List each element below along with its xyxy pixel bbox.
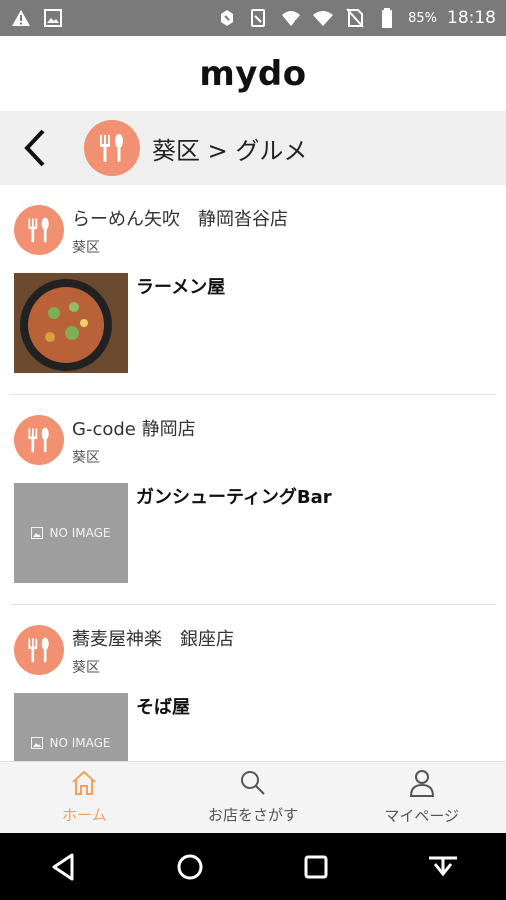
image-icon (31, 527, 44, 539)
brand-logo: mydo (199, 53, 307, 94)
chevron-left-icon (24, 129, 45, 167)
shop-area: 葵区 (72, 660, 100, 676)
list-item[interactable]: らーめん矢吹 静岡沓谷店 葵区 ラーメン屋 (10, 185, 496, 395)
shop-genre: ガンシューティングBar (136, 487, 332, 508)
list-item[interactable]: 蕎麦屋神楽 銀座店 葵区 NO IMAGE そば屋 (10, 605, 496, 761)
signal-no-sim-icon (248, 7, 270, 29)
restaurant-icon (84, 120, 140, 176)
shop-list[interactable]: らーめん矢吹 静岡沓谷店 葵区 ラーメン屋 G-code 静岡店 葵区 NO I… (0, 185, 506, 761)
shop-name[interactable]: 蕎麦屋神楽 銀座店 (72, 625, 234, 651)
system-nav-bar (0, 833, 506, 900)
home-icon (72, 770, 97, 795)
shop-name[interactable]: G-code 静岡店 (72, 415, 196, 441)
shop-genre: そば屋 (136, 697, 190, 718)
search-icon (241, 771, 265, 795)
person-icon (409, 770, 434, 797)
clock: 18:18 (447, 8, 496, 28)
shop-photo (14, 273, 128, 373)
app-header: mydo (0, 36, 506, 111)
back-button[interactable] (0, 111, 70, 185)
battery-percent: 85% (408, 10, 437, 26)
back-triangle-button[interactable] (38, 842, 88, 892)
shop-name[interactable]: らーめん矢吹 静岡沓谷店 (72, 205, 288, 231)
image-icon (31, 737, 44, 749)
no-image-label: NO IMAGE (49, 526, 111, 540)
wifi-calling-icon (280, 7, 302, 29)
pull-down-icon (428, 856, 457, 876)
restaurant-icon (14, 415, 64, 465)
no-image-label: NO IMAGE (49, 736, 111, 750)
restaurant-icon (14, 205, 64, 255)
data-saver-icon (216, 7, 238, 29)
restaurant-icon (14, 625, 64, 675)
home-circle-icon (177, 854, 203, 879)
notification-pull-button[interactable] (418, 842, 468, 892)
breadcrumb: 葵区 > グルメ (152, 136, 308, 165)
recents-button[interactable] (291, 842, 341, 892)
nav-mypage-label: マイページ (384, 807, 460, 825)
list-item[interactable]: G-code 静岡店 葵区 NO IMAGE ガンシューティングBar (10, 395, 496, 605)
nav-search[interactable]: お店をさがす (169, 762, 338, 833)
no-image-placeholder: NO IMAGE (14, 483, 128, 583)
wifi-icon (312, 7, 334, 29)
shop-area: 葵区 (72, 240, 100, 256)
no-image-placeholder: NO IMAGE (14, 693, 128, 761)
breadcrumb-bar: 葵区 > グルメ (0, 111, 506, 185)
nav-mypage[interactable]: マイページ (337, 762, 506, 833)
image-icon (42, 7, 64, 29)
home-circle-button[interactable] (165, 842, 215, 892)
bottom-nav: ホーム お店をさがす マイページ (0, 761, 506, 833)
shop-genre: ラーメン屋 (136, 277, 226, 298)
shop-area: 葵区 (72, 450, 100, 466)
no-sim-icon (344, 7, 366, 29)
nav-home[interactable]: ホーム (0, 762, 169, 833)
warning-icon (10, 7, 32, 29)
recents-icon (304, 855, 328, 878)
back-icon (52, 853, 74, 880)
status-bar: 85% 18:18 (0, 0, 506, 36)
nav-home-label: ホーム (62, 806, 107, 824)
battery-icon (376, 7, 398, 29)
nav-search-label: お店をさがす (208, 806, 299, 824)
